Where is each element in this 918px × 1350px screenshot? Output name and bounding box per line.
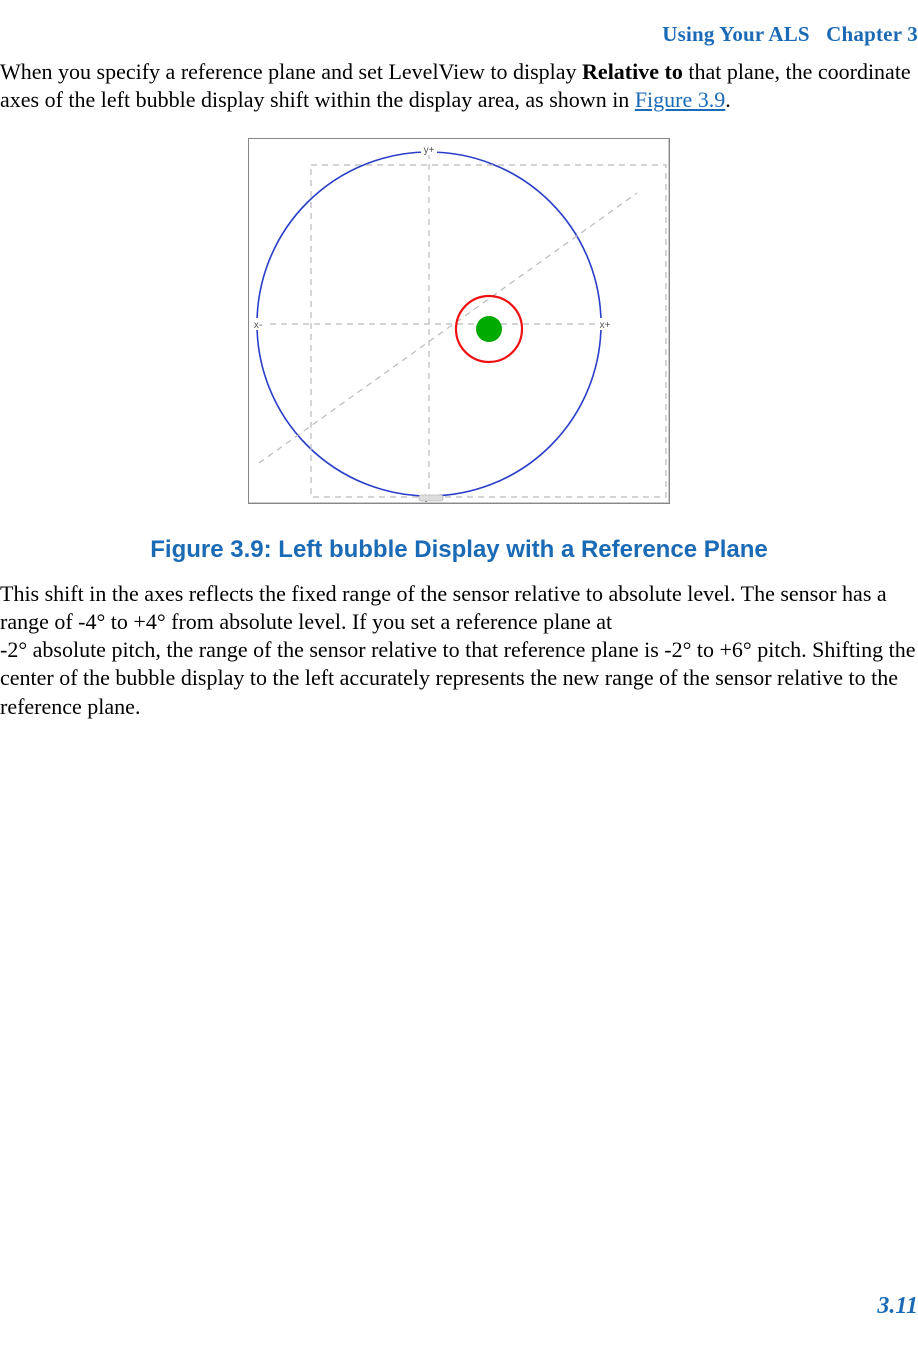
- page-number: 3.11: [877, 1293, 918, 1320]
- x-plus-label: x+: [600, 320, 611, 331]
- chapter-label: Chapter 3: [826, 22, 918, 46]
- p2: This shift in the axes reflects the fixe…: [0, 581, 887, 634]
- bubble-diagram: y+ y- x- x+: [249, 139, 669, 503]
- scroll-thumb-icon: [419, 495, 443, 501]
- page: Using Your ALS Chapter 3 When you specif…: [0, 0, 918, 1350]
- y-plus-label: y+: [424, 145, 435, 156]
- paragraph-2-3: This shift in the axes reflects the fixe…: [0, 580, 918, 721]
- figure-box: y+ y- x- x+: [248, 138, 670, 504]
- bubble-dot-icon: [476, 316, 502, 342]
- figure-caption: Figure 3.9: Left bubble Display with a R…: [0, 536, 918, 564]
- p1-part3: .: [725, 87, 731, 112]
- p1-part1: When you specify a reference plane and s…: [0, 59, 582, 84]
- x-minus-label: x-: [254, 320, 262, 331]
- p3: -2° absolute pitch, the range of the sen…: [0, 637, 915, 718]
- chapter-title: Using Your ALS: [662, 22, 810, 46]
- paragraph-1: When you specify a reference plane and s…: [0, 58, 918, 114]
- diag-line-icon: [259, 193, 637, 463]
- figure-wrap: y+ y- x- x+: [0, 138, 918, 509]
- p1-bold: Relative to: [582, 59, 683, 84]
- figure-link[interactable]: Figure 3.9: [635, 87, 725, 112]
- running-header: Using Your ALS Chapter 3: [0, 22, 918, 47]
